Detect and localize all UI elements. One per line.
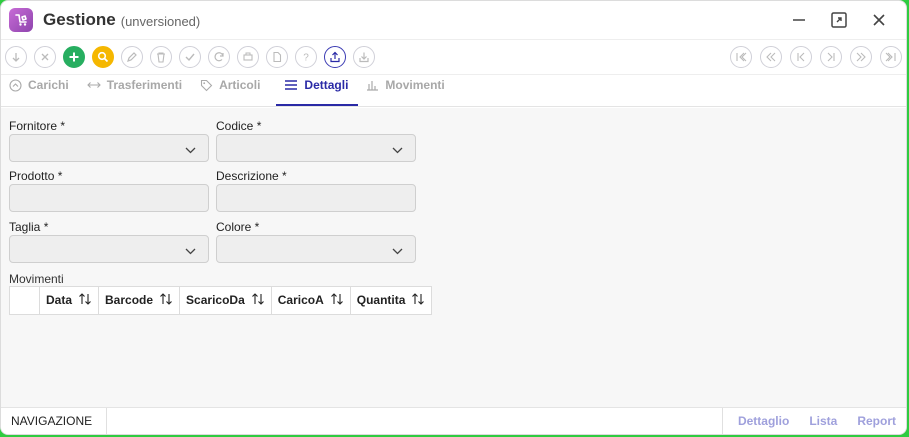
window-title: Gestione bbox=[43, 10, 116, 29]
document-icon[interactable] bbox=[266, 46, 288, 68]
tab-carichi[interactable]: Carichi bbox=[7, 74, 79, 106]
app-logo-icon bbox=[9, 8, 33, 32]
movimenti-section-label: Movimenti bbox=[9, 272, 64, 286]
upload-circle-icon bbox=[9, 78, 22, 92]
refresh-icon[interactable] bbox=[208, 46, 230, 68]
report-link[interactable]: Report bbox=[847, 408, 906, 435]
fornitore-label: Fornitore * bbox=[9, 119, 66, 133]
maximize-icon[interactable] bbox=[828, 9, 850, 31]
codice-select[interactable] bbox=[216, 134, 416, 162]
help-icon[interactable]: ? bbox=[295, 46, 317, 68]
chevron-down-icon bbox=[392, 244, 403, 258]
prodotto-field[interactable] bbox=[9, 184, 209, 212]
status-bar: NAVIGAZIONE Dettaglio Lista Report bbox=[1, 407, 906, 434]
sort-icon[interactable] bbox=[78, 293, 92, 308]
download-icon[interactable] bbox=[353, 46, 375, 68]
minimize-icon[interactable] bbox=[788, 9, 810, 31]
print-icon[interactable] bbox=[237, 46, 259, 68]
column-header-label: Data bbox=[46, 292, 73, 307]
tab-trasferimenti[interactable]: Trasferimenti bbox=[85, 74, 192, 106]
add-icon[interactable] bbox=[63, 46, 85, 68]
prodotto-label: Prodotto * bbox=[9, 169, 63, 183]
next-icon[interactable] bbox=[820, 46, 842, 68]
movimenti-table: Data Barcode ScaricoDa CaricoA Quantita bbox=[9, 286, 433, 315]
column-header-quantita[interactable]: Quantita bbox=[349, 286, 433, 315]
column-header-data[interactable]: Data bbox=[38, 286, 100, 315]
tab-label: Carichi bbox=[28, 78, 69, 92]
delete-icon[interactable] bbox=[150, 46, 172, 68]
search-icon[interactable] bbox=[92, 46, 114, 68]
toolbar: ? bbox=[1, 39, 906, 75]
column-header-caricoa[interactable]: CaricoA bbox=[270, 286, 351, 315]
close-icon[interactable] bbox=[34, 46, 56, 68]
tab-label: Trasferimenti bbox=[106, 78, 183, 92]
lista-link[interactable]: Lista bbox=[799, 408, 847, 435]
bar-chart-icon bbox=[366, 79, 379, 91]
fast-forward-icon[interactable] bbox=[850, 46, 872, 68]
first-record-icon[interactable] bbox=[730, 46, 752, 68]
tab-bar: Carichi Trasferimenti Articoli Dettagli … bbox=[1, 75, 906, 107]
close-window-icon[interactable] bbox=[868, 9, 890, 31]
dettaglio-link[interactable]: Dettaglio bbox=[721, 407, 799, 434]
column-header-scaricoda[interactable]: ScaricoDa bbox=[179, 286, 272, 315]
chevron-down-icon bbox=[185, 143, 196, 157]
tab-articoli[interactable]: Articoli bbox=[198, 74, 270, 106]
last-record-icon[interactable] bbox=[880, 46, 902, 68]
tab-label: Dettagli bbox=[304, 78, 349, 92]
column-header-label: Quantita bbox=[356, 292, 406, 307]
list-icon bbox=[284, 79, 298, 91]
app-window: Gestione (unversioned) ? Carichi Trasfer… bbox=[0, 0, 907, 435]
descrizione-field[interactable] bbox=[216, 184, 416, 212]
tab-label: Movimenti bbox=[385, 78, 445, 92]
column-header-barcode[interactable]: Barcode bbox=[98, 286, 181, 315]
colore-select[interactable] bbox=[216, 235, 416, 263]
previous-icon[interactable] bbox=[790, 46, 812, 68]
navigation-label: NAVIGAZIONE bbox=[1, 407, 108, 434]
rewind-icon[interactable] bbox=[760, 46, 782, 68]
column-header-label: CaricoA bbox=[277, 292, 324, 307]
tab-movimenti[interactable]: Movimenti bbox=[364, 74, 454, 106]
descrizione-label: Descrizione * bbox=[216, 169, 287, 183]
title-bar: Gestione (unversioned) bbox=[1, 1, 906, 39]
sort-icon[interactable] bbox=[330, 293, 344, 308]
column-header-label: ScaricoDa bbox=[186, 292, 245, 307]
window-subtitle: (unversioned) bbox=[120, 13, 201, 29]
chevron-down-icon bbox=[185, 244, 196, 258]
column-header-label: Barcode bbox=[105, 292, 154, 307]
sort-icon[interactable] bbox=[411, 293, 425, 308]
taglia-select[interactable] bbox=[9, 235, 209, 263]
tab-dettagli[interactable]: Dettagli bbox=[276, 74, 359, 106]
tab-label: Articoli bbox=[219, 78, 261, 92]
tag-icon bbox=[200, 79, 213, 92]
svg-text:?: ? bbox=[303, 53, 309, 64]
row-selector-header[interactable] bbox=[9, 286, 40, 315]
edit-icon[interactable] bbox=[121, 46, 143, 68]
arrows-horizontal-icon bbox=[86, 79, 101, 91]
details-panel: Fornitore * Codice * Prodotto * Descrizi… bbox=[1, 108, 906, 407]
taglia-label: Taglia * bbox=[9, 220, 49, 234]
codice-label: Codice * bbox=[216, 119, 262, 133]
fornitore-select[interactable] bbox=[9, 134, 209, 162]
chevron-down-icon bbox=[392, 143, 403, 157]
sort-icon[interactable] bbox=[159, 293, 173, 308]
arrow-down-icon[interactable] bbox=[5, 46, 27, 68]
upload-icon[interactable] bbox=[324, 46, 346, 68]
colore-label: Colore * bbox=[216, 220, 260, 234]
check-icon[interactable] bbox=[179, 46, 201, 68]
sort-icon[interactable] bbox=[251, 293, 265, 308]
